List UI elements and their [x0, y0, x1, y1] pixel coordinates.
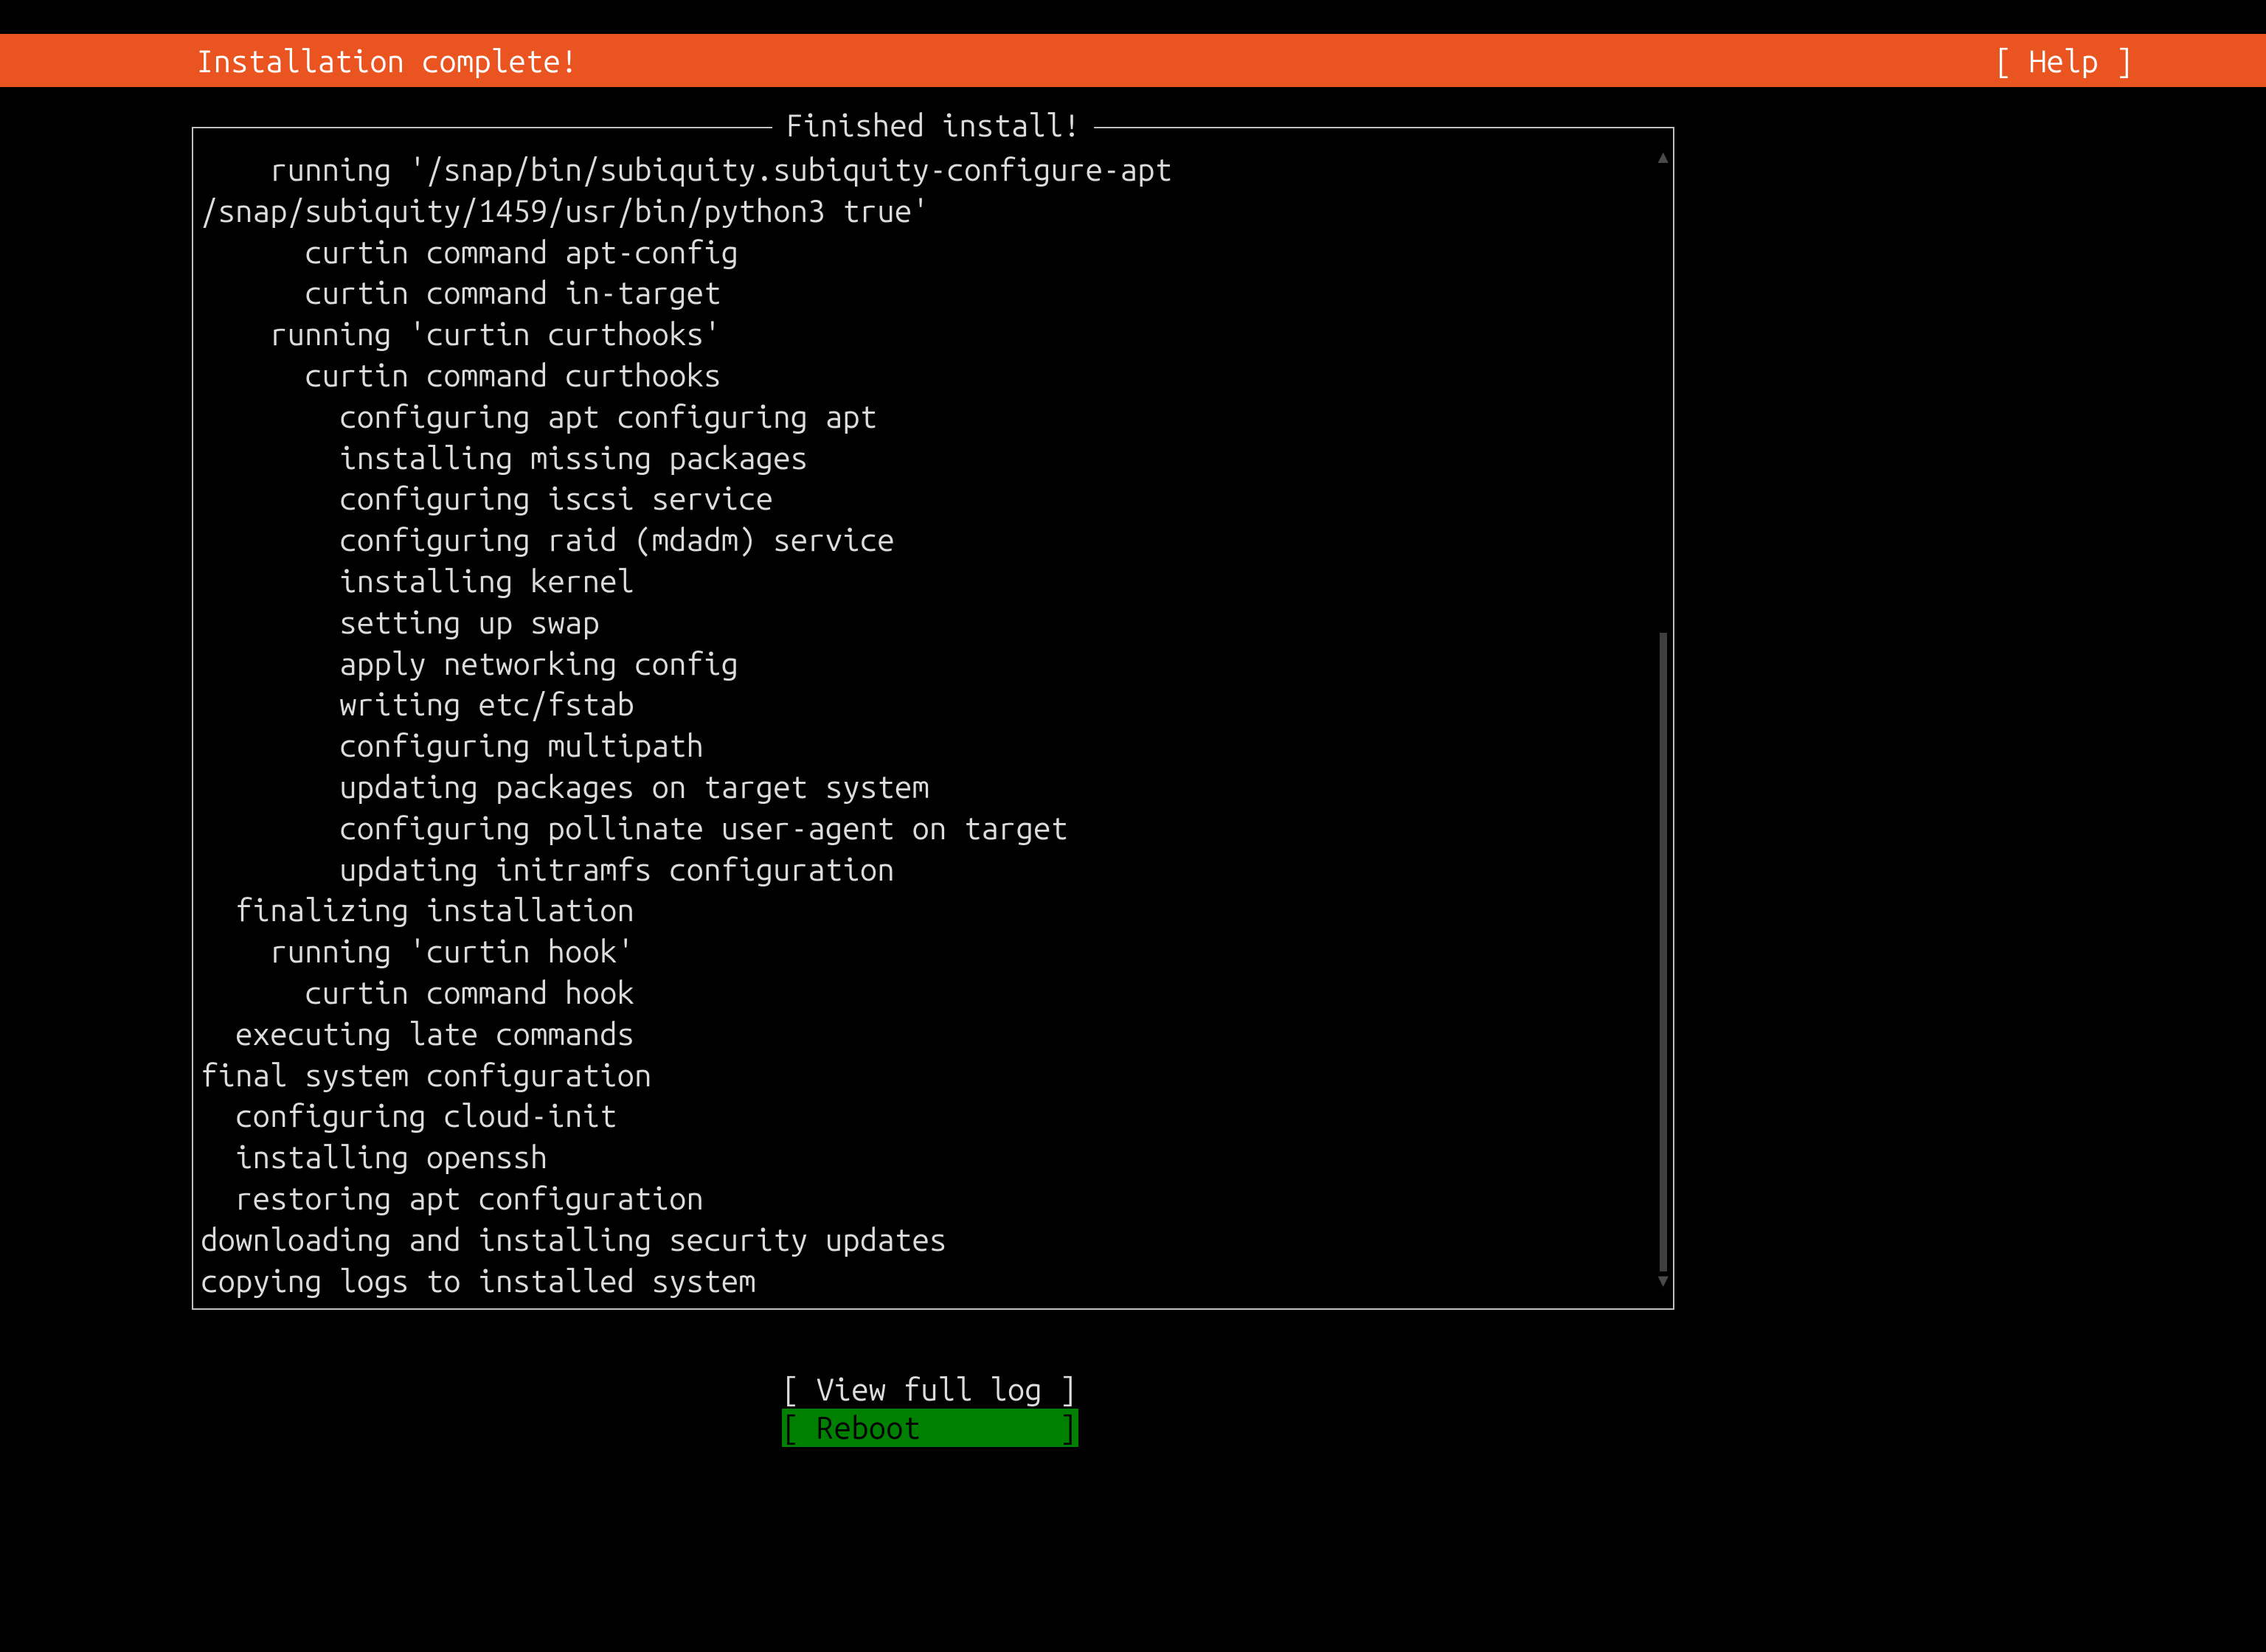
log-output: running '/snap/bin/subiquity.subiquity-c… — [201, 149, 1666, 1301]
log-body: running '/snap/bin/subiquity.subiquity-c… — [201, 149, 1666, 1301]
log-frame: Finished install! running '/snap/bin/sub… — [192, 127, 1674, 1310]
footer-buttons: [ View full log ] [ Reboot ] — [782, 1370, 2074, 1447]
reboot-button[interactable]: [ Reboot ] — [782, 1409, 1078, 1447]
view-full-log-button[interactable]: [ View full log ] — [782, 1370, 2074, 1409]
page-title: Installation complete! — [196, 44, 578, 78]
help-button[interactable]: [ Help ] — [1995, 44, 2133, 78]
scroll-thumb[interactable] — [1660, 633, 1667, 1271]
scrollbar[interactable]: ▲ ▼ — [1660, 150, 1667, 1286]
scroll-up-icon[interactable]: ▲ — [1658, 146, 1669, 167]
scroll-down-icon[interactable]: ▼ — [1658, 1270, 1669, 1291]
titlebar-spacer — [0, 0, 2266, 34]
content-area: Finished install! running '/snap/bin/sub… — [0, 87, 2266, 1447]
frame-legend: Finished install! — [772, 108, 1094, 142]
header-bar: Installation complete! [ Help ] — [0, 34, 2266, 87]
